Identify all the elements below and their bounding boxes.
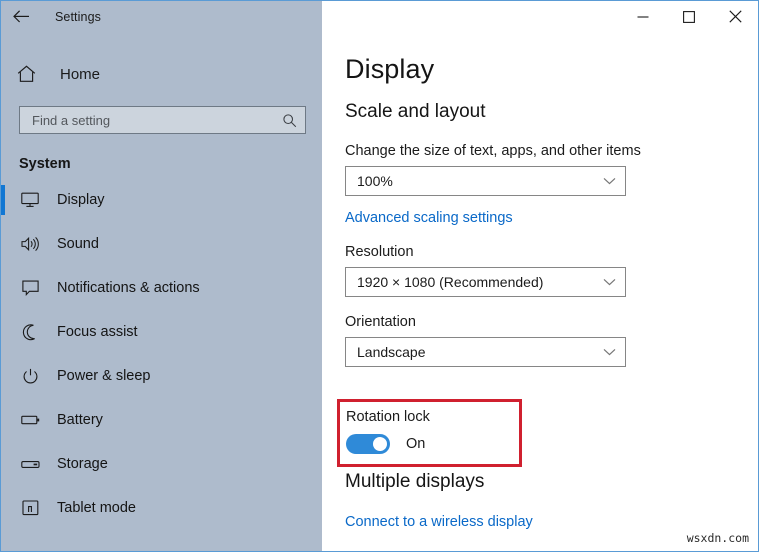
rotation-lock-setting: Rotation lock On xyxy=(346,409,516,454)
orientation-dropdown[interactable]: Landscape xyxy=(345,337,626,367)
advanced-scaling-settings-link[interactable]: Advanced scaling settings xyxy=(345,210,513,226)
settings-window: Settings xyxy=(0,0,759,552)
sidebar-item-label: Battery xyxy=(57,412,103,428)
window-controls xyxy=(322,1,758,32)
rotation-lock-state: On xyxy=(406,436,425,452)
power-icon xyxy=(19,368,41,385)
maximize-icon xyxy=(683,11,695,23)
rotation-lock-toggle[interactable] xyxy=(346,434,390,454)
orientation-label: Orientation xyxy=(345,314,758,330)
back-arrow-icon xyxy=(13,10,30,23)
resolution-dropdown-value: 1920 × 1080 (Recommended) xyxy=(357,274,603,290)
battery-icon xyxy=(19,414,41,426)
sidebar-item-notifications[interactable]: Notifications & actions xyxy=(1,270,322,306)
minimize-button[interactable] xyxy=(620,1,666,32)
connect-wireless-display-link[interactable]: Connect to a wireless display xyxy=(345,514,533,530)
sidebar-item-label: Display xyxy=(57,192,105,208)
chevron-down-icon xyxy=(603,278,616,286)
sidebar-nav-list: Display Sound xyxy=(1,182,322,526)
chat-bubble-icon xyxy=(19,280,41,296)
scale-dropdown[interactable]: 100% xyxy=(345,166,626,196)
sidebar-item-home[interactable]: Home xyxy=(1,57,322,91)
orientation-dropdown-value: Landscape xyxy=(357,344,603,360)
scale-and-layout-heading: Scale and layout xyxy=(345,101,758,123)
tablet-icon xyxy=(19,500,41,516)
minimize-icon xyxy=(637,11,649,23)
search-icon xyxy=(282,113,297,128)
title-bar: Settings xyxy=(1,1,758,32)
watermark: wsxdn.com xyxy=(687,531,749,545)
close-icon xyxy=(729,10,742,23)
maximize-button[interactable] xyxy=(666,1,712,32)
resolution-label: Resolution xyxy=(345,244,758,260)
title-bar-left: Settings xyxy=(1,1,322,32)
sidebar-item-focus-assist[interactable]: Focus assist xyxy=(1,314,322,350)
window-title: Settings xyxy=(55,10,101,24)
search-input[interactable] xyxy=(32,113,282,128)
sidebar-item-label: Sound xyxy=(57,236,99,252)
scale-dropdown-value: 100% xyxy=(357,173,603,189)
multiple-displays-heading: Multiple displays xyxy=(345,471,484,493)
sidebar-item-power-sleep[interactable]: Power & sleep xyxy=(1,358,322,394)
sidebar-item-label: Power & sleep xyxy=(57,368,151,384)
rotation-lock-toggle-row: On xyxy=(346,434,516,454)
sidebar-item-display[interactable]: Display xyxy=(1,182,322,218)
home-label: Home xyxy=(60,66,100,83)
search-box[interactable] xyxy=(19,106,306,134)
sidebar: Home System xyxy=(1,32,322,551)
rotation-lock-label: Rotation lock xyxy=(346,409,516,425)
sidebar-item-label: Tablet mode xyxy=(57,500,136,516)
scale-label: Change the size of text, apps, and other… xyxy=(345,143,758,159)
sidebar-section-title: System xyxy=(19,156,322,172)
speaker-icon xyxy=(19,236,41,252)
chevron-down-icon xyxy=(603,348,616,356)
resolution-dropdown[interactable]: 1920 × 1080 (Recommended) xyxy=(345,267,626,297)
close-button[interactable] xyxy=(712,1,758,32)
sidebar-item-battery[interactable]: Battery xyxy=(1,402,322,438)
drive-icon xyxy=(19,459,41,470)
monitor-icon xyxy=(19,192,41,208)
back-button[interactable] xyxy=(1,1,41,32)
sidebar-item-label: Storage xyxy=(57,456,108,472)
toggle-knob xyxy=(373,437,387,451)
chevron-down-icon xyxy=(603,177,616,185)
sidebar-item-sound[interactable]: Sound xyxy=(1,226,322,262)
sidebar-item-label: Notifications & actions xyxy=(57,280,200,296)
moon-icon xyxy=(19,324,41,341)
home-icon xyxy=(17,65,43,83)
sidebar-item-tablet-mode[interactable]: Tablet mode xyxy=(1,490,322,526)
sidebar-item-storage[interactable]: Storage xyxy=(1,446,322,482)
selection-indicator xyxy=(1,185,5,215)
sidebar-item-label: Focus assist xyxy=(57,324,138,340)
page-title: Display xyxy=(345,54,758,85)
